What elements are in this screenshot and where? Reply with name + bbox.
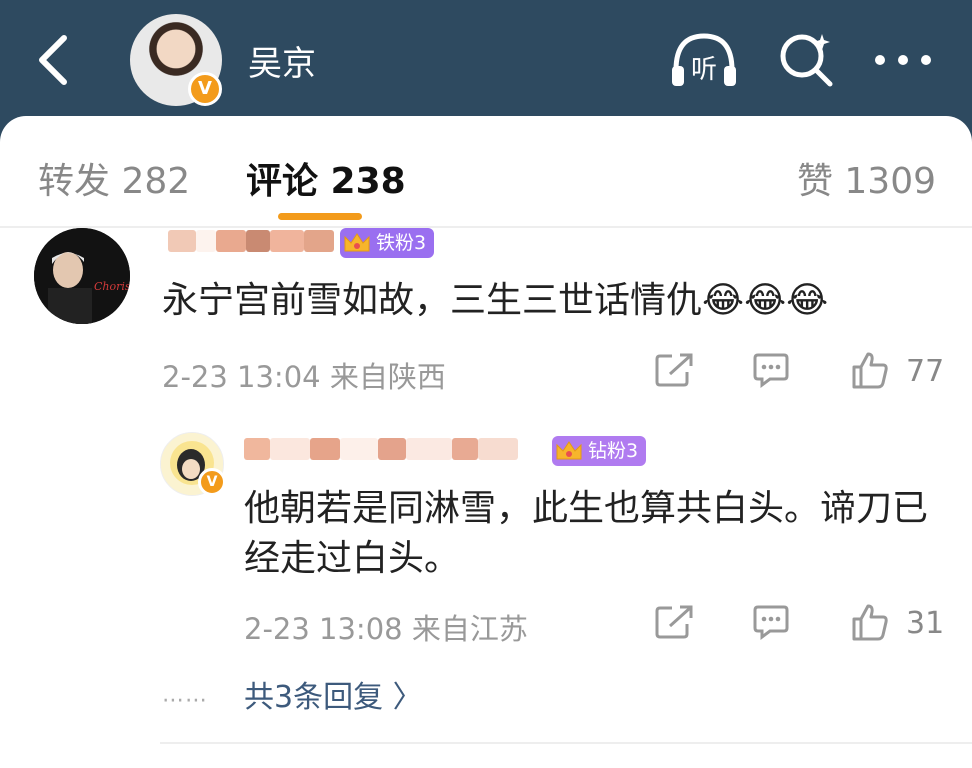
share-icon[interactable]	[654, 604, 694, 640]
like-thumb-icon[interactable]	[850, 350, 890, 390]
comment-text: 永宁宫前雪如故，三生三世话情仇😂😂😂	[162, 280, 829, 321]
fan-badge-diamond: 钻粉3	[552, 436, 647, 466]
tab-like[interactable]: 赞 1309	[797, 152, 936, 204]
replier-name-blurred[interactable]	[244, 438, 518, 468]
verified-badge-icon: V	[188, 72, 222, 106]
comment-meta: 2-23 13:04 来自陕西	[162, 360, 446, 394]
thread-dots: ⋯⋯	[162, 688, 208, 713]
fan-badge-label: 铁粉3	[376, 232, 427, 254]
reply-text: 他朝若是同淋雪，此生也算共白头。谛刀已经走过白头。	[244, 488, 929, 579]
search-icon[interactable]	[778, 30, 836, 88]
reply-meta: 2-23 13:08 来自江苏	[244, 612, 528, 646]
like-count: 31	[906, 606, 945, 641]
tab-comment[interactable]: 评论 238	[246, 152, 406, 204]
listen-headphones-icon[interactable]: 听	[668, 30, 740, 90]
share-icon[interactable]	[654, 352, 694, 388]
back-arrow-icon[interactable]	[30, 32, 80, 88]
tab-repost[interactable]: 转发 282	[38, 152, 190, 204]
fan-badge-label: 钻粉3	[588, 440, 639, 462]
commenter-avatar[interactable]: Choristes	[34, 228, 130, 324]
page-title[interactable]: 吴京	[248, 36, 316, 85]
comment-divider	[160, 742, 972, 744]
verified-badge-icon: V	[198, 468, 226, 496]
fan-badge-iron: 铁粉3	[340, 228, 435, 258]
commenter-name-blurred[interactable]	[168, 230, 334, 260]
like-thumb-icon[interactable]	[850, 602, 890, 642]
listen-label: 听	[691, 55, 717, 85]
active-tab-indicator	[278, 213, 362, 220]
view-more-replies-link[interactable]: 共3条回复 〉	[244, 672, 423, 716]
avatar-caption: Choristes	[94, 280, 130, 293]
reply-icon[interactable]	[752, 352, 790, 388]
crown-icon	[556, 441, 582, 460]
like-count: 77	[906, 354, 945, 389]
tab-divider	[0, 226, 972, 228]
more-options-icon[interactable]	[872, 52, 934, 68]
crown-icon	[344, 233, 370, 252]
reply-icon[interactable]	[752, 604, 790, 640]
